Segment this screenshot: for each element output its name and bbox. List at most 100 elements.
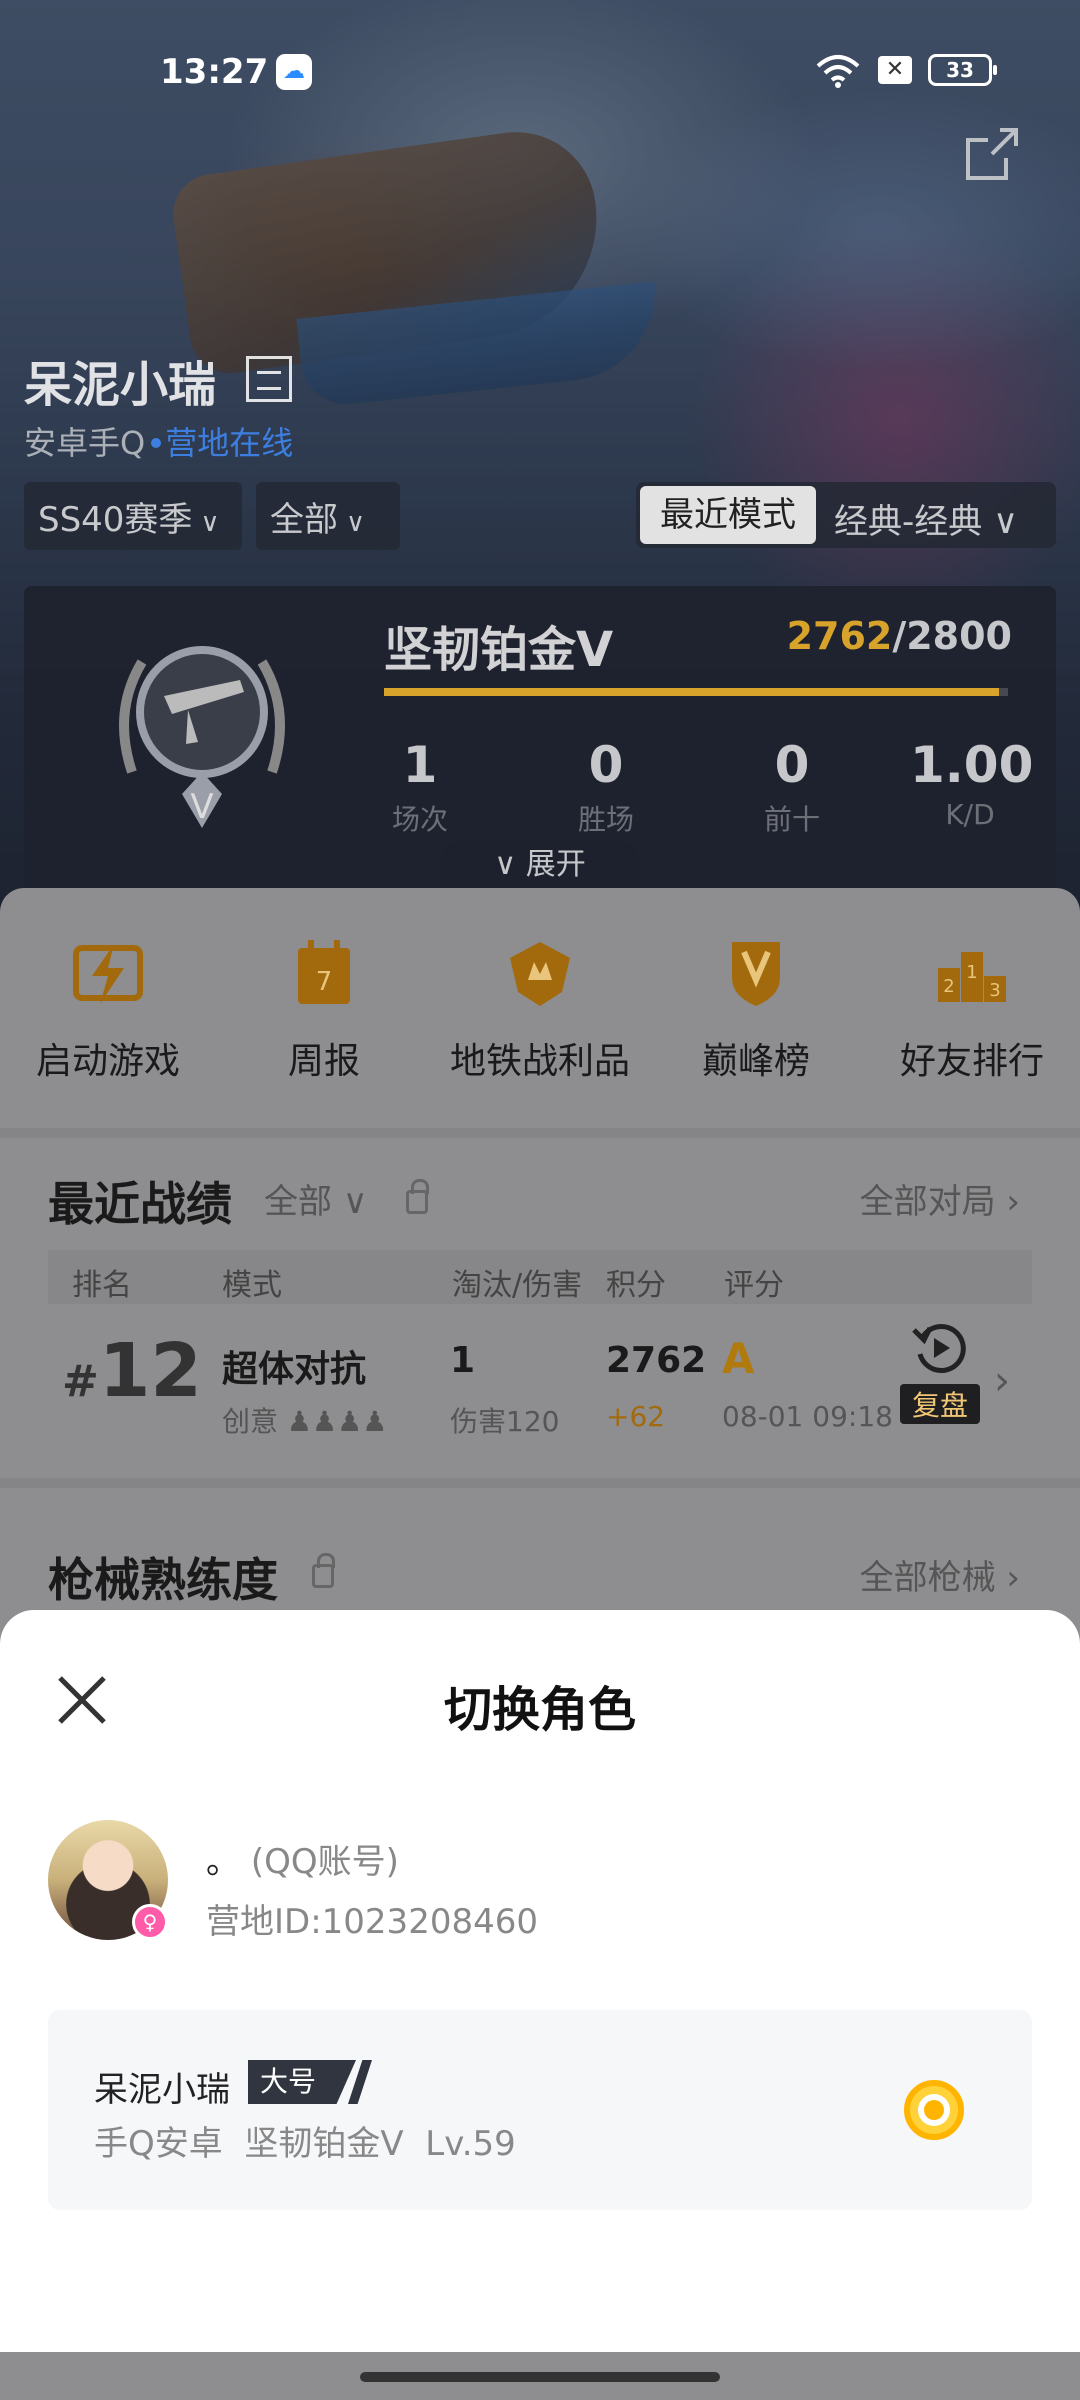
replay-icon	[912, 1324, 966, 1373]
col-kills-damage: 淘汰/伤害	[452, 1268, 583, 1303]
trophy-shield-icon	[732, 942, 780, 1006]
match-grade: A	[722, 1334, 755, 1383]
recent-matches-filter[interactable]: 全部 ∨	[264, 1174, 368, 1223]
lock-icon	[406, 1179, 429, 1214]
stat-top10: 0 前十	[732, 736, 852, 838]
recent-matches-title: 最近战绩	[48, 1177, 232, 1231]
account-name-line: 。 (QQ账号)	[206, 1834, 399, 1883]
matches-table-header: 排名 模式 淘汰/伤害 积分 评分	[48, 1250, 1032, 1304]
role-level: Lv.59	[425, 2124, 516, 2164]
role-platform: 手Q安卓	[94, 2124, 223, 2164]
scope-label: 全部	[270, 500, 338, 540]
stat-kd: 1.00 K/D	[910, 736, 1033, 831]
female-gender-icon: ♀	[132, 1904, 168, 1940]
share-icon[interactable]	[962, 124, 1022, 184]
quick-friend-ranking[interactable]: 2 1 3 好友排行	[872, 938, 1072, 1084]
rank-max-points: /2800	[892, 614, 1012, 658]
account-type: (QQ账号)	[250, 1842, 399, 1882]
stat-label: K/D	[945, 798, 995, 831]
svg-text:7: 7	[316, 967, 333, 997]
match-points-delta: +62	[606, 1400, 666, 1433]
quick-label: 地铁战利品	[449, 1041, 630, 1082]
stat-value: 0	[774, 736, 810, 794]
chevron-down-icon: ∨	[346, 508, 366, 538]
cloud-app-icon: ☁	[276, 54, 312, 90]
chevron-right-icon: ›	[995, 1558, 1020, 1598]
stat-label: 场次	[391, 803, 448, 836]
quick-launch-game[interactable]: 启动游戏	[8, 938, 208, 1084]
scope-dropdown[interactable]: 全部 ∨	[256, 482, 400, 550]
wifi-icon	[816, 55, 860, 88]
match-damage: 伤害120	[450, 1405, 560, 1438]
svg-text:1: 1	[966, 962, 977, 983]
quick-weekly-report[interactable]: 7 周报	[224, 938, 424, 1084]
rank-badge-icon: V	[119, 646, 285, 828]
quick-peak-board[interactable]: 巅峰榜	[656, 938, 856, 1084]
quick-label: 周报	[287, 1041, 360, 1082]
rank-title: 坚韧铂金V	[384, 622, 614, 678]
col-grade: 评分	[724, 1268, 784, 1303]
weapon-mastery-title: 枪械熟练度	[48, 1553, 278, 1607]
player-name: 呆泥小瑞	[24, 357, 217, 413]
all-matches-link[interactable]: 全部对局 ›	[860, 1174, 1020, 1223]
quick-label: 巅峰榜	[701, 1041, 810, 1082]
match-mode-sub-label: 创意	[222, 1405, 279, 1438]
season-dropdown[interactable]: SS40赛季 ∨	[24, 482, 242, 550]
quick-metro-loot[interactable]: 地铁战利品	[440, 938, 640, 1084]
match-mode: 超体对抗	[222, 1349, 367, 1390]
col-mode: 模式	[222, 1268, 282, 1303]
online-dot-icon	[151, 438, 162, 448]
podium-icon: 2 1 3	[938, 952, 1006, 1002]
replay-button[interactable]: 复盘	[900, 1318, 980, 1424]
match-time: 08-01 09:18	[722, 1400, 893, 1433]
quick-label: 启动游戏	[35, 1041, 180, 1082]
role-option[interactable]: 呆泥小瑞 大号 手Q安卓 坚韧铂金V Lv.59	[48, 2010, 1032, 2210]
mode-selector: 最近模式 经典-经典 ∨	[636, 482, 1056, 548]
switch-role-icon[interactable]	[246, 356, 292, 402]
svg-text:2: 2	[943, 976, 954, 997]
chevron-right-icon: ›	[994, 1358, 1010, 1404]
match-row[interactable]: #12 超体对抗 创意 ♟♟♟♟ 1 伤害120 2762 +62 A 08-0…	[0, 1318, 1080, 1468]
replay-label: 复盘	[900, 1384, 980, 1424]
switch-role-sheet: 切换角色 ♀ 。 (QQ账号) 营地ID:1023208460 呆泥小瑞 大号 …	[0, 1610, 1080, 2352]
status-time: 13:27	[160, 52, 269, 92]
battery-icon: 33	[928, 54, 997, 86]
sim-blocked-icon: ✕	[878, 56, 912, 84]
svg-text:3: 3	[989, 980, 1000, 1001]
navigation-bar	[0, 2352, 1080, 2400]
chevron-down-icon: ∨	[982, 502, 1018, 542]
mode-recent-tab[interactable]: 最近模式	[640, 486, 816, 544]
match-rank-value: 12	[98, 1328, 202, 1414]
lightning-icon	[73, 944, 143, 1004]
mode-classic-label: 经典-经典	[834, 502, 983, 542]
account-name: 。	[206, 1842, 240, 1882]
role-detail: 手Q安卓 坚韧铂金V Lv.59	[94, 2116, 516, 2165]
squad-icon: ♟♟♟♟	[278, 1405, 388, 1438]
expand-button[interactable]: ∨ 展开	[440, 840, 640, 890]
role-rank: 坚韧铂金V	[244, 2124, 404, 2164]
role-selected-radio[interactable]	[904, 2080, 964, 2140]
col-points: 积分	[606, 1268, 666, 1303]
role-main-tag: 大号	[248, 2060, 356, 2104]
stat-wins: 0 胜场	[546, 736, 666, 838]
stat-label: 胜场	[577, 803, 634, 836]
home-indicator[interactable]	[360, 2372, 720, 2382]
match-rank-prefix: #	[62, 1356, 99, 1407]
mode-classic-dropdown[interactable]: 经典-经典 ∨	[834, 494, 1018, 543]
expand-label: 展开	[525, 847, 586, 882]
all-matches-label: 全部对局	[859, 1182, 996, 1222]
player-sub-info: 安卓手Q 营地在线	[24, 418, 293, 464]
rank-current-points: 2762	[786, 614, 893, 658]
match-rank: #12	[62, 1328, 202, 1414]
chevron-down-icon: ∨	[332, 1182, 368, 1222]
stat-label: 前十	[763, 803, 820, 836]
role-name: 呆泥小瑞	[94, 2070, 230, 2110]
rank-progress-fill	[384, 688, 1000, 696]
calendar-icon: 7	[298, 940, 350, 1004]
all-weapons-link[interactable]: 全部枪械 ›	[860, 1550, 1020, 1599]
camp-status: 营地在线	[165, 424, 294, 462]
status-bar: 13:27 ☁ ✕ 33	[0, 40, 1080, 100]
chevron-right-icon: ›	[995, 1182, 1020, 1222]
stat-matches: 1 场次	[360, 736, 480, 838]
lock-icon	[312, 1553, 335, 1588]
